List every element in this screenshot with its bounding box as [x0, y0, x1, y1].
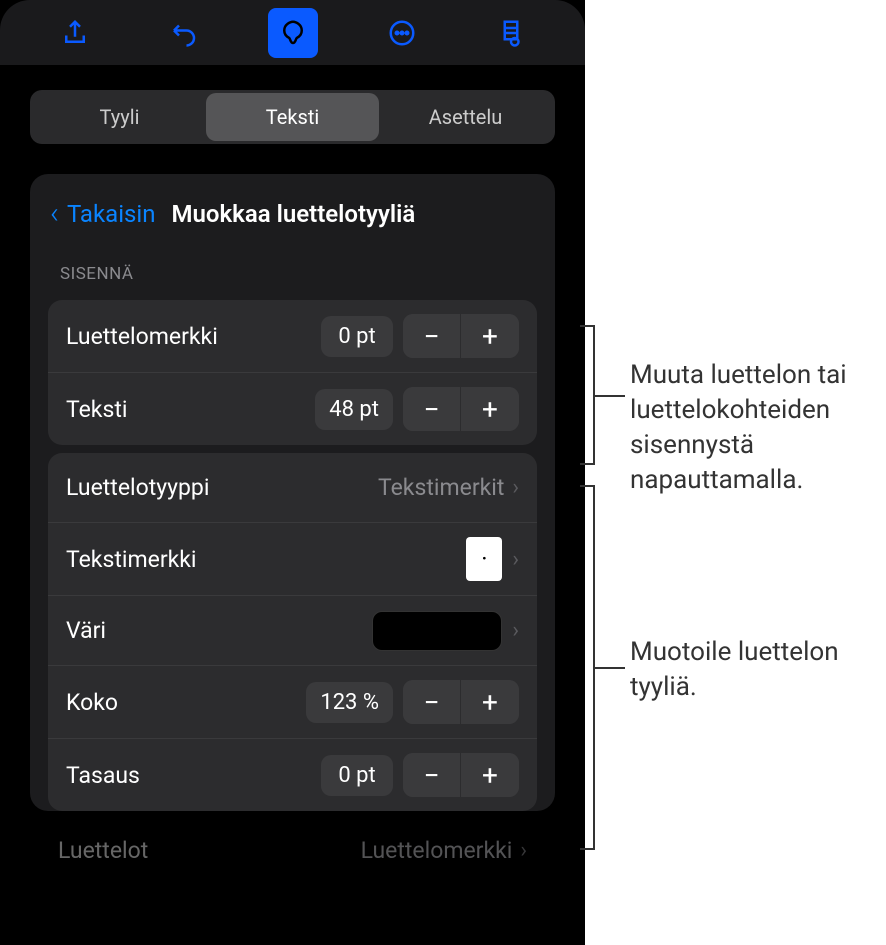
share-icon[interactable] — [50, 8, 100, 58]
chevron-right-icon: › — [512, 475, 519, 500]
tab-text[interactable]: Teksti — [206, 93, 379, 141]
format-group: Luettelotyyppi Tekstimerkit › Tekstimerk… — [48, 453, 537, 811]
back-button[interactable]: Takaisin — [67, 200, 156, 228]
toolbar — [0, 0, 585, 65]
document-view-icon[interactable] — [486, 8, 536, 58]
color-swatch — [372, 611, 502, 651]
callout-bracket-format — [580, 485, 595, 850]
align-value[interactable]: 0 pt — [321, 755, 393, 796]
edit-list-style-panel: ‹ Takaisin Muokkaa luettelotyyliä SISENN… — [30, 174, 555, 811]
size-minus[interactable]: − — [403, 680, 461, 724]
size-stepper: − + — [403, 680, 519, 724]
bullet-indent-label: Luettelomerkki — [66, 323, 321, 350]
text-indent-stepper: − + — [403, 387, 519, 431]
panel-title: Muokkaa luettelotyyliä — [172, 200, 416, 228]
align-plus[interactable]: + — [461, 753, 519, 797]
indent-section-header: SISENNÄ — [30, 239, 555, 292]
size-plus[interactable]: + — [461, 680, 519, 724]
text-char-preview: · — [466, 537, 502, 581]
content-area: Tyyli Teksti Asettelu ‹ Takaisin Muokkaa… — [0, 65, 585, 907]
size-label: Koko — [66, 689, 306, 716]
align-row: Tasaus 0 pt − + — [48, 739, 537, 811]
bullet-indent-minus[interactable]: − — [403, 314, 461, 358]
text-char-label: Tekstimerkki — [66, 546, 466, 573]
color-row[interactable]: Väri › — [48, 596, 537, 666]
phone-frame: Tyyli Teksti Asettelu ‹ Takaisin Muokkaa… — [0, 0, 585, 945]
lists-row[interactable]: Luettelot Luettelomerkki › — [30, 819, 555, 882]
bullet-type-row[interactable]: Luettelotyyppi Tekstimerkit › — [48, 453, 537, 523]
text-indent-value[interactable]: 48 pt — [315, 389, 393, 430]
text-indent-plus[interactable]: + — [461, 387, 519, 431]
bullet-indent-stepper: − + — [403, 314, 519, 358]
tab-style[interactable]: Tyyli — [33, 93, 206, 141]
align-stepper: − + — [403, 753, 519, 797]
panel-header: ‹ Takaisin Muokkaa luettelotyyliä — [30, 174, 555, 239]
callout-format: Muotoile luettelon tyyliä. — [630, 635, 886, 705]
text-indent-label: Teksti — [66, 396, 315, 423]
format-tabs: Tyyli Teksti Asettelu — [30, 90, 555, 144]
text-indent-row: Teksti 48 pt − + — [48, 373, 537, 445]
callout-connector-format — [595, 667, 625, 669]
chevron-left-icon[interactable]: ‹ — [50, 196, 59, 231]
bullet-type-value: Tekstimerkit — [378, 474, 504, 501]
more-icon[interactable] — [377, 8, 427, 58]
bullet-indent-value[interactable]: 0 pt — [321, 316, 393, 357]
undo-icon[interactable] — [159, 8, 209, 58]
chevron-right-icon: › — [512, 618, 519, 643]
format-brush-icon[interactable] — [268, 8, 318, 58]
align-label: Tasaus — [66, 762, 321, 789]
chevron-right-icon: › — [512, 547, 519, 572]
size-row: Koko 123 % − + — [48, 666, 537, 739]
bullet-type-label: Luettelotyyppi — [66, 474, 378, 501]
callout-connector-indent — [595, 395, 625, 397]
tab-layout[interactable]: Asettelu — [379, 93, 552, 141]
text-indent-minus[interactable]: − — [403, 387, 461, 431]
bullet-indent-plus[interactable]: + — [461, 314, 519, 358]
text-char-row[interactable]: Tekstimerkki · › — [48, 523, 537, 596]
indent-group: Luettelomerkki 0 pt − + Teksti 48 pt − + — [48, 300, 537, 445]
callout-indent: Muuta luettelon tai luettelokohteiden si… — [630, 358, 886, 498]
bullet-indent-row: Luettelomerkki 0 pt − + — [48, 300, 537, 373]
lists-value: Luettelomerkki — [361, 837, 513, 864]
color-label: Väri — [66, 617, 372, 644]
size-value[interactable]: 123 % — [306, 682, 393, 723]
chevron-right-icon: › — [520, 838, 527, 863]
lists-label: Luettelot — [58, 837, 361, 864]
callout-bracket-indent — [580, 325, 595, 465]
align-minus[interactable]: − — [403, 753, 461, 797]
